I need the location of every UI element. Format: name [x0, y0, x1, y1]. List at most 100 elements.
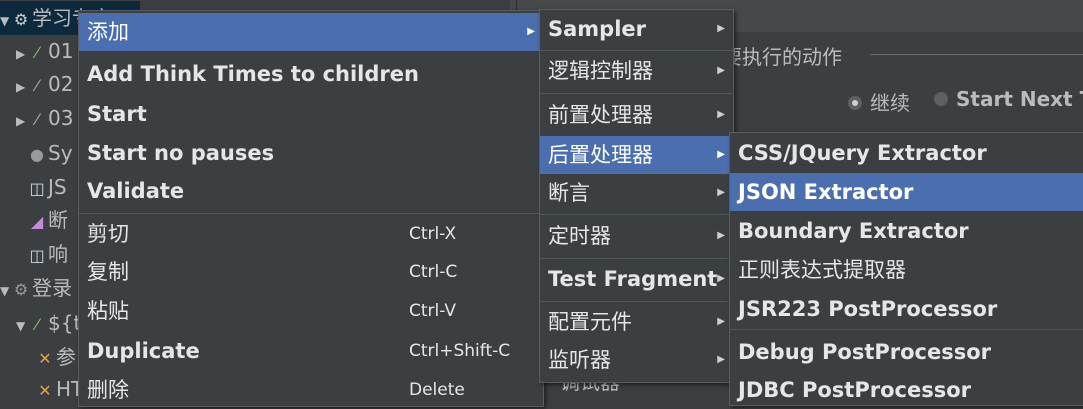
menu-item-label: 剪切: [87, 222, 129, 246]
submenu-item-json-extractor[interactable]: JSON Extractor: [730, 173, 1083, 211]
submenu-item-post-processor[interactable]: 后置处理器 ▶: [540, 136, 733, 174]
tree-item-param[interactable]: ✕ 参: [34, 340, 76, 374]
tree-item-label: 响: [48, 242, 68, 266]
submenu-item-jsr223-postprocessor[interactable]: JSR223 PostProcessor: [730, 290, 1083, 328]
submenu-item-jdbc-postprocessor[interactable]: JDBC PostProcessor: [730, 371, 1083, 409]
post-processor-submenu: CSS/JQuery Extractor JSON Extractor Boun…: [729, 132, 1083, 406]
tree-item-var[interactable]: ▼ ⁄ ${t: [16, 306, 81, 340]
menu-item-label: 复制: [87, 260, 129, 284]
tree-item-sy[interactable]: ● Sy: [26, 136, 73, 170]
menu-item-delete[interactable]: 删除 Delete: [79, 371, 543, 409]
tree-item-02[interactable]: ▶ ⁄ 02: [16, 67, 73, 101]
submenu-item-timer[interactable]: 定时器 ▶: [540, 217, 733, 255]
menu-item-start[interactable]: Start: [79, 95, 543, 133]
collapse-arrow-icon[interactable]: ▼: [0, 4, 10, 38]
pipette-icon: ⁄: [35, 315, 39, 334]
submenu-item-listener[interactable]: 监听器 ▶: [540, 341, 733, 379]
expand-arrow-icon[interactable]: ▶: [16, 104, 26, 138]
wrench-icon: ✕: [38, 349, 52, 368]
menu-item-label: 后置处理器: [548, 143, 653, 167]
tree-item-login[interactable]: ▼ ⚙ 登录: [0, 271, 72, 305]
assertion-icon: ◢: [30, 212, 44, 231]
menu-item-paste[interactable]: 粘贴 Ctrl-V: [79, 292, 543, 330]
menu-item-validate[interactable]: Validate: [79, 172, 543, 210]
tree-item-label: ${t: [48, 311, 82, 335]
radio-label: Start Next T: [956, 87, 1083, 111]
tree-item-01[interactable]: ▶ ⁄ 01: [16, 34, 73, 68]
submenu-arrow-icon: ▶: [717, 354, 725, 365]
submenu-item-debug-postprocessor[interactable]: Debug PostProcessor: [730, 333, 1083, 371]
collapse-arrow-icon[interactable]: ▼: [16, 309, 26, 343]
menu-item-label: 定时器: [548, 224, 611, 248]
submenu-item-assertion[interactable]: 断言 ▶: [540, 174, 733, 212]
shortcut-label: Ctrl+Shift-C: [409, 341, 511, 361]
submenu-arrow-icon: ▶: [717, 273, 725, 284]
menu-item-copy[interactable]: 复制 Ctrl-C: [79, 253, 543, 291]
shortcut-label: Ctrl-C: [409, 262, 458, 282]
menu-separator: [730, 329, 1083, 330]
menu-item-add-think-times[interactable]: Add Think Times to children: [79, 55, 543, 93]
menu-item-label: JSR223 PostProcessor: [738, 297, 998, 321]
menu-item-label: Duplicate: [87, 339, 200, 363]
tree-item-label: 03: [48, 106, 74, 130]
add-submenu: Sampler ▶ 逻辑控制器 ▶ 前置处理器 ▶ 后置处理器 ▶ 断言 ▶ 定时器 ▶ T…: [539, 9, 734, 383]
shortcut-label: Delete: [409, 380, 465, 400]
submenu-item-boundary-extractor[interactable]: Boundary Extractor: [730, 212, 1083, 250]
submenu-item-config-element[interactable]: 配置元件 ▶: [540, 303, 733, 341]
menu-item-label: 配置元件: [548, 310, 632, 334]
expand-arrow-icon[interactable]: ▶: [16, 70, 26, 104]
stopwatch-icon: ●: [30, 145, 44, 164]
pipette-icon: ⁄: [35, 110, 39, 129]
menu-item-add[interactable]: 添加 ▶: [79, 13, 543, 51]
menu-item-label: CSS/JQuery Extractor: [738, 141, 987, 165]
menu-item-label: 前置处理器: [548, 103, 653, 127]
tree-item-label: JS: [48, 175, 67, 199]
submenu-arrow-icon: ▶: [717, 65, 725, 76]
tree-item-assert[interactable]: ◢ 断: [26, 203, 68, 237]
menu-item-label: Start no pauses: [87, 141, 275, 165]
menu-item-label: Add Think Times to children: [87, 62, 419, 86]
listener-icon: ◫: [29, 246, 45, 265]
menu-item-label: Validate: [87, 179, 185, 203]
tree-item-label: 断: [48, 208, 68, 232]
submenu-item-css-extractor[interactable]: CSS/JQuery Extractor: [730, 134, 1083, 172]
menu-item-label: 监听器: [548, 348, 611, 372]
menu-item-label: Start: [87, 102, 147, 126]
submenu-item-sampler[interactable]: Sampler ▶: [540, 10, 733, 48]
submenu-item-regex-extractor[interactable]: 正则表达式提取器: [730, 251, 1083, 289]
menu-item-label: Sampler: [548, 17, 647, 41]
menu-item-cut[interactable]: 剪切 Ctrl-X: [79, 215, 543, 253]
expand-arrow-icon[interactable]: ▶: [16, 37, 26, 71]
menu-separator: [540, 301, 733, 302]
collapse-arrow-icon[interactable]: ▼: [0, 274, 10, 308]
menu-item-label: Test Fragment: [548, 267, 718, 291]
menu-separator: [540, 214, 733, 215]
submenu-arrow-icon: ▶: [717, 109, 725, 120]
radio-continue[interactable]: 继续: [848, 87, 910, 116]
gear-icon: ⚙: [13, 10, 29, 29]
radio-label: 继续: [870, 91, 910, 115]
tree-item-label: Sy: [48, 141, 73, 165]
submenu-arrow-icon: ▶: [717, 149, 725, 160]
tree-item-03[interactable]: ▶ ⁄ 03: [16, 101, 73, 135]
menu-item-duplicate[interactable]: Duplicate Ctrl+Shift-C: [79, 332, 543, 370]
tree-item-label: 参: [56, 345, 76, 369]
menu-item-label: 断言: [548, 181, 590, 205]
pipette-icon: ⁄: [35, 76, 39, 95]
menu-item-label: 逻辑控制器: [548, 59, 653, 83]
section-divider: [870, 54, 1083, 55]
tree-item-label: 登录: [32, 276, 72, 300]
listener-icon: ◫: [29, 179, 45, 198]
tree-item-resp[interactable]: ◫ 响: [26, 237, 68, 271]
menu-item-start-no-pauses[interactable]: Start no pauses: [79, 134, 543, 172]
submenu-item-pre-processor[interactable]: 前置处理器 ▶: [540, 96, 733, 134]
submenu-item-test-fragment[interactable]: Test Fragment ▶: [540, 260, 733, 298]
shortcut-label: Ctrl-V: [409, 301, 457, 321]
submenu-item-logic-controller[interactable]: 逻辑控制器 ▶: [540, 52, 733, 90]
tree-item-js[interactable]: ◫ JS: [26, 170, 67, 204]
menu-item-label: Boundary Extractor: [738, 219, 969, 243]
radio-next-thread[interactable]: Start Next T: [934, 87, 1083, 111]
menu-item-label: JSON Extractor: [738, 180, 914, 204]
gear-icon: ⚙: [13, 280, 29, 299]
wrench-icon: ✕: [38, 381, 52, 400]
